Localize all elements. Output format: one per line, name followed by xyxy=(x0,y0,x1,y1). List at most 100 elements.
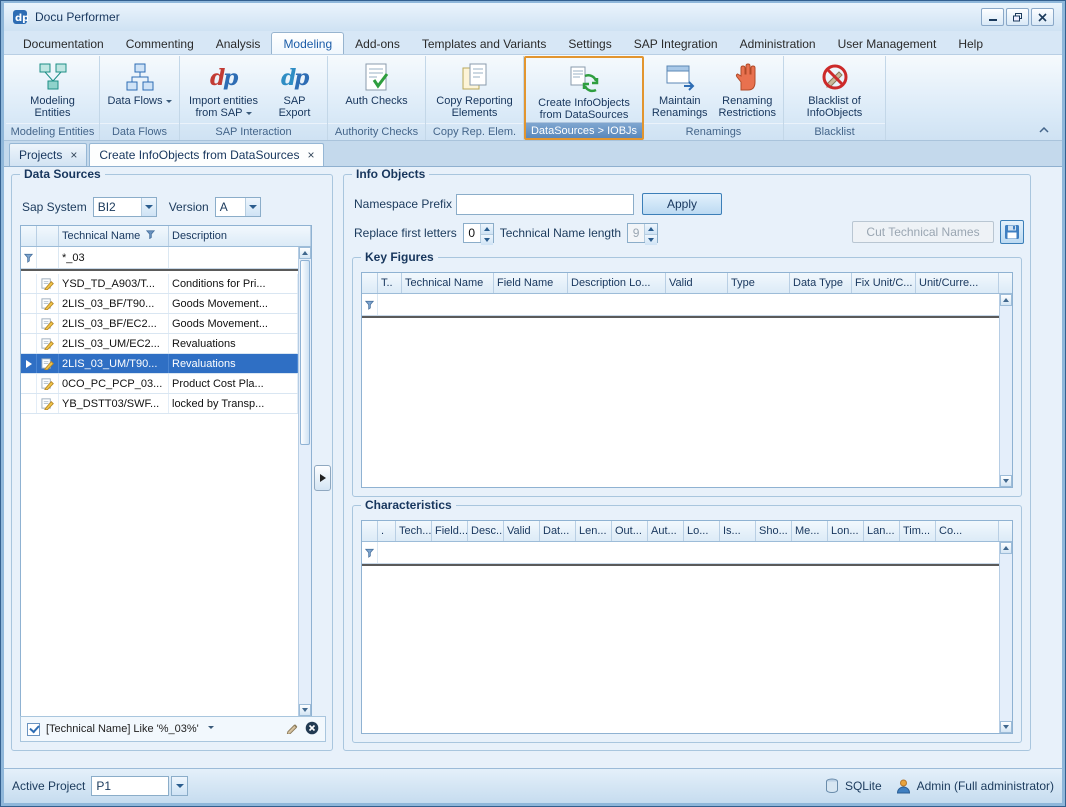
cut-technical-names-button[interactable]: Cut Technical Names xyxy=(852,221,994,243)
column-header[interactable]: . xyxy=(378,521,396,541)
scroll-down-button[interactable] xyxy=(299,704,311,716)
filter-enabled-checkbox[interactable] xyxy=(27,723,40,736)
column-header[interactable]: Is... xyxy=(720,521,756,541)
scroll-up-button[interactable] xyxy=(299,247,311,259)
save-button[interactable] xyxy=(1000,220,1024,244)
column-header[interactable]: Out... xyxy=(612,521,648,541)
tab-create-infoobjects[interactable]: Create InfoObjects from DataSources × xyxy=(89,143,324,166)
ribbon-tab[interactable]: Administration xyxy=(729,33,827,54)
spin-down-icon[interactable] xyxy=(481,234,493,245)
datasource-row[interactable]: YSD_TD_A903/T... Conditions for Pri... xyxy=(21,274,298,294)
clear-filter-button[interactable] xyxy=(305,721,319,738)
minimize-button[interactable] xyxy=(981,8,1004,26)
restore-button[interactable] xyxy=(1006,8,1029,26)
column-header[interactable]: Lan... xyxy=(864,521,900,541)
version-combo[interactable]: A xyxy=(215,197,261,217)
scroll-down-button[interactable] xyxy=(1000,721,1012,733)
column-header[interactable]: Aut... xyxy=(648,521,684,541)
column-header[interactable]: Valid xyxy=(504,521,540,541)
close-button[interactable] xyxy=(1031,8,1054,26)
description-filter-cell[interactable] xyxy=(169,247,311,268)
column-header-description[interactable]: Description xyxy=(169,226,311,246)
spin-up-icon[interactable] xyxy=(645,224,657,234)
ribbon-tab[interactable]: Help xyxy=(947,33,994,54)
import-entities-from-sap-button[interactable]: dp Import entities from SAP xyxy=(183,58,265,120)
user-label[interactable]: Admin (Full administrator) xyxy=(917,779,1054,793)
ribbon-tab[interactable]: Documentation xyxy=(12,33,115,54)
scroll-up-button[interactable] xyxy=(1000,294,1012,306)
vertical-scrollbar[interactable] xyxy=(999,542,1012,733)
column-header[interactable]: Desc... xyxy=(468,521,504,541)
column-header[interactable]: Field Name xyxy=(494,273,568,293)
title-bar[interactable]: dp Docu Performer xyxy=(4,3,1062,31)
column-header[interactable]: Lo... xyxy=(684,521,720,541)
auth-checks-button[interactable]: Auth Checks xyxy=(338,58,416,108)
tab-close-icon[interactable]: × xyxy=(307,150,314,160)
spin-up-icon[interactable] xyxy=(481,224,493,234)
filter-dropdown-caret-icon[interactable] xyxy=(208,726,214,732)
column-header[interactable]: Unit/Curre... xyxy=(916,273,999,293)
technical-name-filter-cell[interactable]: *_03 xyxy=(59,247,169,268)
filter-cell[interactable] xyxy=(378,542,999,563)
column-header[interactable]: Sho... xyxy=(756,521,792,541)
column-header[interactable]: Tim... xyxy=(900,521,936,541)
database-label[interactable]: SQLite xyxy=(845,779,882,793)
ribbon-tab[interactable]: User Management xyxy=(827,33,948,54)
filter-cell[interactable] xyxy=(378,294,999,315)
active-project-dropdown-button[interactable] xyxy=(171,776,188,796)
chevron-down-icon[interactable] xyxy=(141,198,156,216)
column-header[interactable]: Valid xyxy=(666,273,728,293)
data-flows-button[interactable]: Data Flows xyxy=(104,58,176,108)
tab-close-icon[interactable]: × xyxy=(70,150,77,160)
active-project-combo[interactable]: P1 xyxy=(91,776,169,796)
transfer-right-button[interactable] xyxy=(314,465,331,491)
vertical-scrollbar[interactable] xyxy=(999,294,1012,487)
column-header[interactable]: Technical Name xyxy=(402,273,494,293)
column-header-technical-name[interactable]: Technical Name xyxy=(59,226,169,246)
column-header[interactable]: Fix Unit/C... xyxy=(852,273,916,293)
datasource-row[interactable]: 0CO_PC_PCP_03... Product Cost Pla... xyxy=(21,374,298,394)
ribbon-tab[interactable]: Modeling xyxy=(271,32,344,54)
datasource-row[interactable]: 2LIS_03_BF/EC2... Goods Movement... xyxy=(21,314,298,334)
datasource-row[interactable]: 2LIS_03_UM/EC2... Revaluations xyxy=(21,334,298,354)
sap-system-combo[interactable]: BI2 xyxy=(93,197,157,217)
copy-reporting-elements-button[interactable]: Copy Reporting Elements xyxy=(433,58,517,120)
ribbon-tab[interactable]: Settings xyxy=(557,33,622,54)
edit-filter-button[interactable] xyxy=(286,721,299,737)
ribbon-tab[interactable]: Analysis xyxy=(205,33,272,54)
datasource-row[interactable]: 2LIS_03_UM/T90... Revaluations xyxy=(21,354,298,374)
sap-export-button[interactable]: dp SAP Export xyxy=(265,58,325,120)
ribbon-tab[interactable]: Templates and Variants xyxy=(411,33,558,54)
ribbon-tab[interactable]: Add-ons xyxy=(344,33,411,54)
filter-expression[interactable]: [Technical Name] Like '%_03%' xyxy=(46,723,199,735)
modeling-entities-button[interactable]: Modeling Entities xyxy=(10,58,96,120)
column-header[interactable]: Data Type xyxy=(790,273,852,293)
scroll-up-button[interactable] xyxy=(1000,542,1012,554)
spin-down-icon[interactable] xyxy=(645,234,657,245)
filter-funnel-icon[interactable] xyxy=(146,230,155,239)
column-header[interactable]: Dat... xyxy=(540,521,576,541)
column-header[interactable]: Tech... xyxy=(396,521,432,541)
column-header[interactable]: Me... xyxy=(792,521,828,541)
ribbon-collapse-button[interactable] xyxy=(1036,122,1052,136)
column-header[interactable]: Lon... xyxy=(828,521,864,541)
column-header[interactable]: Description Lo... xyxy=(568,273,666,293)
tab-projects[interactable]: Projects × xyxy=(9,143,87,166)
column-header[interactable]: Type xyxy=(728,273,790,293)
vertical-scrollbar[interactable] xyxy=(298,247,311,716)
ribbon-tab[interactable]: SAP Integration xyxy=(623,33,729,54)
column-header[interactable]: Field... xyxy=(432,521,468,541)
scrollbar-thumb[interactable] xyxy=(300,260,310,445)
maintain-renamings-button[interactable]: Maintain Renamings xyxy=(646,58,714,120)
column-header[interactable]: Len... xyxy=(576,521,612,541)
column-header[interactable]: T.. xyxy=(378,273,402,293)
chevron-down-icon[interactable] xyxy=(245,198,260,216)
create-infoobjects-from-datasources-button[interactable]: Create InfoObjects from DataSources xyxy=(528,60,640,122)
technical-name-length-spinner[interactable]: 9 xyxy=(627,223,658,243)
apply-button[interactable]: Apply xyxy=(642,193,722,215)
namespace-prefix-input[interactable] xyxy=(456,194,634,215)
renaming-restrictions-button[interactable]: Renaming Restrictions xyxy=(714,58,782,120)
column-header[interactable]: Co... xyxy=(936,521,999,541)
datasource-row[interactable]: 2LIS_03_BF/T90... Goods Movement... xyxy=(21,294,298,314)
datasource-row[interactable]: YB_DSTT03/SWF... locked by Transp... xyxy=(21,394,298,414)
